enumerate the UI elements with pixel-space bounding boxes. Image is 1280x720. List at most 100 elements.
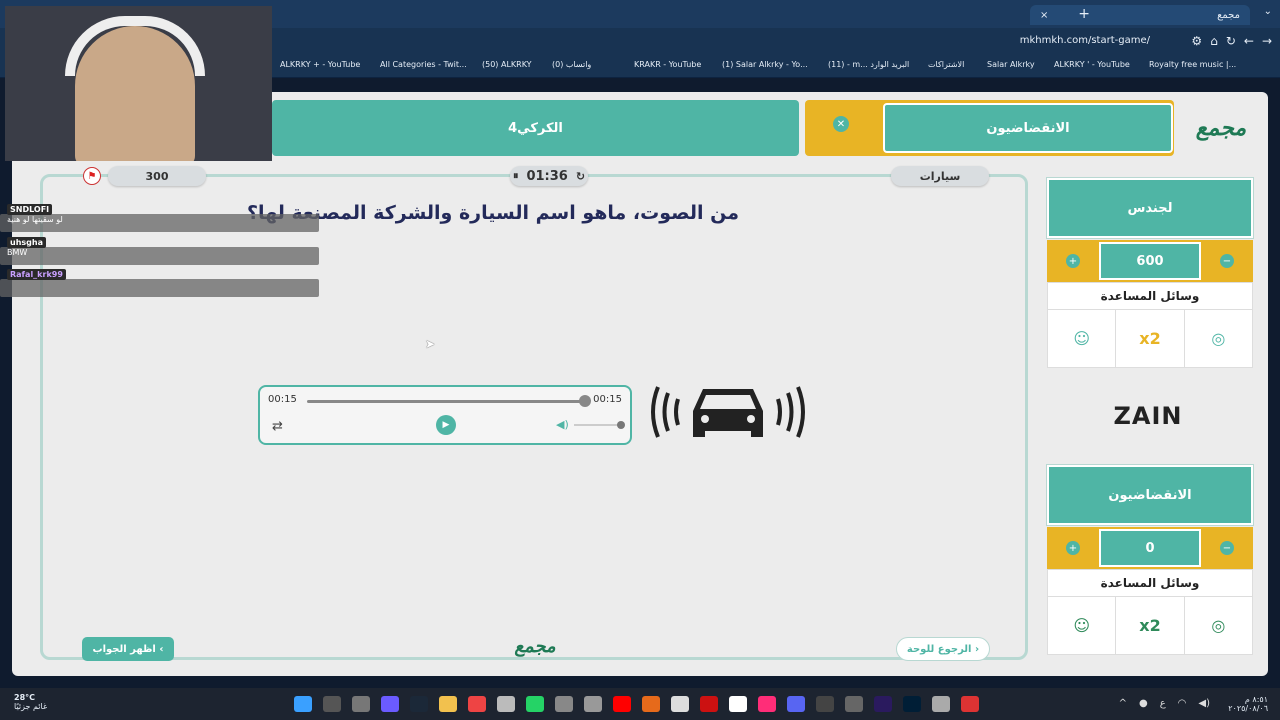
windows-taskbar: 28°C غائم جزئيًا ^ ● ع ◠ ◀) ٨:٥١ م ٢٠٢٥/… bbox=[0, 688, 1280, 720]
current-time: 00:15 bbox=[268, 394, 297, 405]
premiere-icon[interactable] bbox=[874, 696, 892, 712]
helps-row: ☺ x2 ◎ bbox=[1047, 597, 1253, 655]
report-flag-icon[interactable]: ⚑ bbox=[83, 167, 101, 185]
tab-title: مجمع bbox=[1217, 9, 1240, 21]
copilot-icon[interactable] bbox=[381, 696, 399, 712]
side-team-2: الانقضاضيون + 0 − وسائل المساعدة ☺ x2 ◎ bbox=[1046, 464, 1254, 655]
car-sound-icon bbox=[651, 386, 805, 438]
expand-tabs-icon[interactable]: ⌄ bbox=[1264, 6, 1272, 17]
app-icon[interactable] bbox=[584, 696, 602, 712]
back-to-board-button[interactable]: الرجوع للوحة › bbox=[896, 637, 990, 661]
app-icon[interactable] bbox=[845, 696, 863, 712]
volume-handle[interactable] bbox=[617, 421, 625, 429]
app-icon[interactable] bbox=[555, 696, 573, 712]
bookmark[interactable]: ALKRKY ' - YouTube bbox=[1054, 60, 1130, 69]
volume-slider[interactable] bbox=[574, 421, 625, 429]
discord-icon[interactable] bbox=[787, 696, 805, 712]
folder-icon[interactable] bbox=[439, 696, 457, 712]
clock[interactable]: ٨:٥١ م ٢٠٢٥/٠٨/٠٦ bbox=[1228, 695, 1268, 713]
weather-widget[interactable]: 28°C غائم جزئيًا bbox=[14, 693, 47, 711]
site-logo-bottom: مجمع bbox=[514, 635, 556, 657]
task-view-icon[interactable] bbox=[352, 696, 370, 712]
bookmark[interactable]: All Categories - Twit... bbox=[380, 60, 467, 69]
play-button[interactable]: ▶ bbox=[436, 415, 456, 435]
team-right-name: الانقضاضيون bbox=[883, 103, 1173, 153]
system-tray: ^ ● ع ◠ ◀) bbox=[1119, 698, 1210, 709]
loop-icon[interactable]: ⇄ bbox=[272, 419, 283, 434]
mic-icon[interactable]: ● bbox=[1139, 698, 1148, 709]
team-left-tab[interactable]: الكركي4 bbox=[272, 100, 799, 156]
home-icon[interactable]: ⌂ bbox=[1210, 34, 1218, 48]
reset-timer-icon[interactable]: ↻ bbox=[576, 170, 585, 183]
bookmark[interactable]: Royalty free music |... bbox=[1149, 60, 1236, 69]
search-icon[interactable] bbox=[323, 696, 341, 712]
volume-icon[interactable]: ◀) bbox=[556, 418, 569, 431]
app-icon[interactable] bbox=[961, 696, 979, 712]
double-points-icon[interactable]: x2 bbox=[1115, 597, 1183, 654]
side-team-name: الانقضاضيون bbox=[1046, 464, 1254, 526]
pause-icon[interactable]: ⏸ bbox=[513, 169, 519, 183]
forward-icon[interactable]: → bbox=[1262, 34, 1272, 48]
mouse-cursor-icon: ➤ bbox=[425, 337, 436, 351]
bookmark[interactable]: ALKRKY + - YouTube bbox=[280, 60, 360, 69]
bookmark[interactable]: (50) ALKRKY bbox=[482, 60, 532, 69]
new-tab-icon[interactable]: + bbox=[1078, 6, 1090, 22]
seek-handle[interactable] bbox=[579, 395, 591, 407]
bookmark[interactable]: (0) واتساب bbox=[552, 60, 591, 69]
whatsapp-icon[interactable] bbox=[526, 696, 544, 712]
bookmark[interactable]: (11) - m... البريد الوارد bbox=[828, 60, 909, 69]
wifi-icon[interactable]: ◠ bbox=[1178, 698, 1187, 709]
capcut-icon[interactable] bbox=[729, 696, 747, 712]
photoshop-icon[interactable] bbox=[903, 696, 921, 712]
tab-active[interactable]: × مجمع bbox=[1030, 5, 1250, 25]
bookmark[interactable]: (1) Salar Alkrky - Yo... bbox=[722, 60, 808, 69]
bookmark[interactable]: الاشتراكات bbox=[928, 60, 964, 69]
hole-icon[interactable]: ◎ bbox=[1183, 597, 1252, 654]
temperature: 28°C bbox=[14, 693, 36, 702]
opera-icon[interactable] bbox=[700, 696, 718, 712]
hole-icon[interactable]: ◎ bbox=[1183, 310, 1252, 367]
bookmark[interactable]: KRAKR - YouTube bbox=[634, 60, 701, 69]
chat-message: SNDLOFI لو سقيتها لو هنية bbox=[7, 204, 63, 224]
seek-bar[interactable] bbox=[307, 395, 591, 407]
reload-icon[interactable]: ↻ bbox=[1226, 34, 1236, 48]
speaker-icon[interactable]: ◀) bbox=[1198, 698, 1210, 709]
switch-turn-icon[interactable]: ✕ bbox=[833, 116, 849, 132]
youtube-icon[interactable] bbox=[613, 696, 631, 712]
team-right-tab[interactable]: ✕ الانقضاضيون bbox=[805, 100, 1174, 156]
double-points-icon[interactable]: x2 bbox=[1115, 310, 1183, 367]
headset bbox=[65, 16, 205, 76]
start-icon[interactable] bbox=[294, 696, 312, 712]
app-icon[interactable] bbox=[932, 696, 950, 712]
plus-icon[interactable]: + bbox=[1066, 541, 1080, 555]
url-text[interactable]: mkhmkh.com/start-game/ bbox=[1020, 35, 1150, 46]
chat-message: uhsgha BMW bbox=[7, 237, 46, 257]
app-icon[interactable] bbox=[642, 696, 660, 712]
back-to-board-label: الرجوع للوحة bbox=[906, 643, 972, 655]
minus-icon[interactable]: − bbox=[1220, 254, 1234, 268]
call-friend-icon[interactable]: ☺ bbox=[1048, 310, 1115, 367]
back-icon[interactable]: ← bbox=[1244, 34, 1254, 48]
taskbar-apps bbox=[294, 696, 979, 712]
steam-icon[interactable] bbox=[410, 696, 428, 712]
tray-expand-icon[interactable]: ^ bbox=[1119, 698, 1127, 709]
plus-icon[interactable]: + bbox=[1066, 254, 1080, 268]
chat-username: uhsgha bbox=[7, 237, 46, 248]
duration: 00:15 bbox=[593, 394, 622, 405]
minus-icon[interactable]: − bbox=[1220, 541, 1234, 555]
chrome-icon[interactable] bbox=[468, 696, 486, 712]
obs-icon[interactable] bbox=[816, 696, 834, 712]
category-badge: سيارات bbox=[891, 166, 989, 186]
language-icon[interactable]: ع bbox=[1160, 698, 1166, 709]
app-icon[interactable] bbox=[497, 696, 515, 712]
roblox-icon[interactable] bbox=[671, 696, 689, 712]
site-logo[interactable]: مجمع bbox=[1186, 110, 1256, 146]
tiktok-icon[interactable] bbox=[758, 696, 776, 712]
points-badge: 300 bbox=[108, 166, 206, 186]
chat-username: Rafal_krk99 bbox=[7, 269, 66, 280]
call-friend-icon[interactable]: ☺ bbox=[1048, 597, 1115, 654]
show-answer-button[interactable]: اظهر الجواب ‹ bbox=[82, 637, 174, 661]
tab-close-icon[interactable]: × bbox=[1040, 10, 1048, 21]
tune-icon[interactable]: ⚙ bbox=[1191, 34, 1202, 48]
bookmark[interactable]: Salar Alkrky bbox=[987, 60, 1035, 69]
